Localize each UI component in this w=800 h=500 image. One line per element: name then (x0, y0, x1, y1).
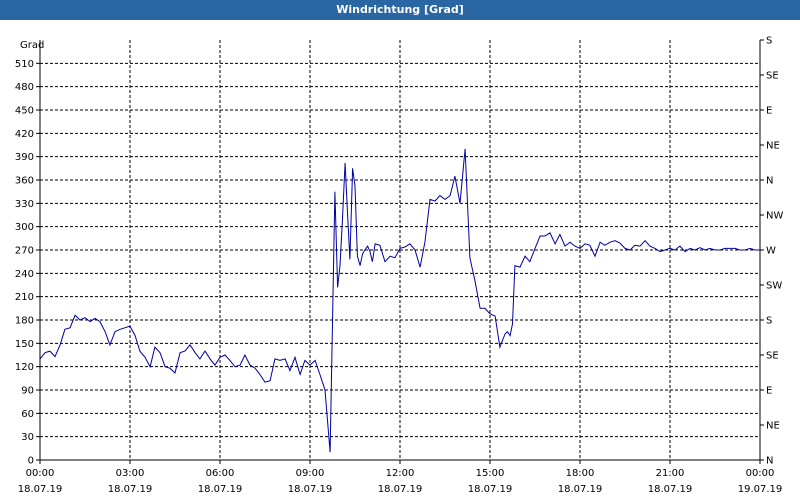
y-tick-label: 150 (15, 339, 34, 350)
y-tick-label: 60 (21, 409, 34, 420)
right-tick-label: SE (766, 351, 779, 362)
y-tick-label: 510 (15, 59, 34, 70)
y-tick-label: 480 (15, 82, 34, 93)
right-axis-ticks: N NE E SE S SW W NW N NE E SE S (760, 36, 783, 467)
grid-lines (40, 40, 760, 460)
chart-canvas: 0 30 60 90 120 150 180 210 240 270 300 330 360 390 420… (15, 36, 784, 496)
y-tick-label: 360 (15, 176, 34, 187)
y-tick-label: 300 (15, 222, 34, 233)
x-tick-time: 15:00 (476, 468, 505, 479)
right-tick-label: S (766, 36, 772, 47)
x-tick-date: 18.07.19 (108, 484, 153, 495)
x-tick-date: 18.07.19 (198, 484, 243, 495)
y-axis-ticks: 0 30 60 90 120 150 180 210 240 270 300 330 360 390 420… (15, 59, 40, 467)
x-tick-time: 12:00 (386, 468, 415, 479)
x-tick-date: 18.07.19 (288, 484, 333, 495)
y-tick-label: 420 (15, 129, 34, 140)
y-tick-label: 330 (15, 199, 34, 210)
right-tick-label: E (766, 106, 772, 117)
right-tick-label: W (766, 246, 776, 257)
y-tick-label: 450 (15, 106, 34, 117)
right-tick-label: NE (766, 141, 780, 152)
right-tick-label: E (766, 386, 772, 397)
x-tick-time: 18:00 (566, 468, 595, 479)
y-axis-label: Grad (20, 40, 44, 51)
x-tick-time: 06:00 (206, 468, 235, 479)
y-tick-label: 0 (28, 456, 34, 467)
x-tick-date: 18.07.19 (378, 484, 423, 495)
chart-title: Windrichtung [Grad] (0, 0, 800, 20)
x-axis-ticks: 00:00 18.07.19 03:00 18.07.19 06:00 18.07.19 0… (18, 460, 783, 495)
x-tick-time: 00:00 (26, 468, 55, 479)
x-tick-time: 03:00 (116, 468, 145, 479)
y-tick-label: 240 (15, 269, 34, 280)
y-tick-label: 180 (15, 316, 34, 327)
right-tick-label: NW (766, 211, 783, 222)
right-tick-label: S (766, 316, 772, 327)
right-tick-label: SW (766, 281, 782, 292)
x-tick-time: 21:00 (656, 468, 685, 479)
right-tick-label: N (766, 456, 773, 467)
y-tick-label: 120 (15, 362, 34, 373)
x-tick-date: 19.07.19 (738, 484, 783, 495)
y-tick-label: 270 (15, 246, 34, 257)
y-tick-label: 390 (15, 152, 34, 163)
x-tick-date: 18.07.19 (558, 484, 603, 495)
right-tick-label: SE (766, 71, 779, 82)
x-tick-time: 00:00 (746, 468, 775, 479)
y-tick-label: 90 (21, 386, 34, 397)
y-tick-label: 210 (15, 292, 34, 303)
x-tick-date: 18.07.19 (18, 484, 63, 495)
right-tick-label: NE (766, 421, 780, 432)
x-tick-date: 18.07.19 (648, 484, 693, 495)
y-tick-label: 30 (21, 432, 34, 443)
right-tick-label: N (766, 176, 773, 187)
x-tick-time: 09:00 (296, 468, 325, 479)
x-tick-date: 18.07.19 (468, 484, 513, 495)
